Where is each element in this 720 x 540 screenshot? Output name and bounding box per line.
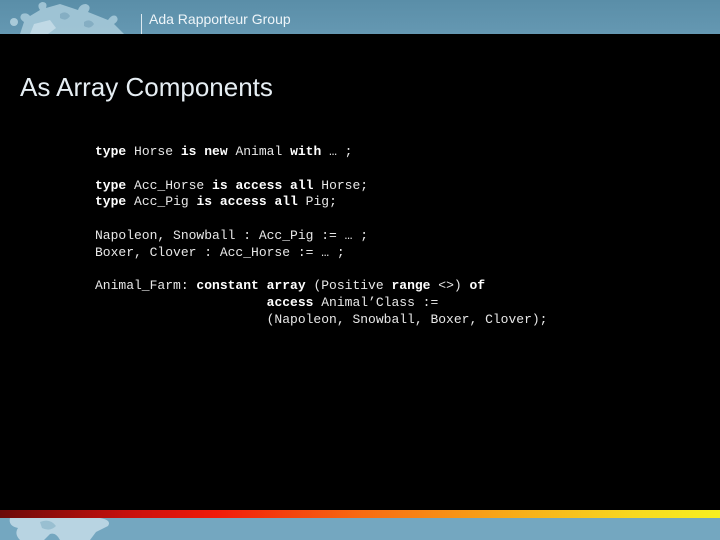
- code-line: Animal_Farm: constant array (Positive ra…: [95, 278, 547, 295]
- code-line: type Acc_Horse is access all Horse;: [95, 178, 547, 195]
- group-name: Ada Rapporteur Group: [149, 11, 291, 27]
- code-keyword: type: [95, 177, 127, 193]
- code-text: <>): [430, 278, 470, 294]
- code-text: Pig;: [297, 194, 337, 210]
- code-line: Napoleon, Snowball : Acc_Pig := … ;: [95, 228, 547, 245]
- code-line: (Napoleon, Snowball, Boxer, Clover);: [95, 311, 548, 329]
- code-text: (Positive: [305, 278, 392, 294]
- slide-footer: [0, 518, 720, 540]
- puzzle-pieces-footer-icon: [9, 518, 110, 540]
- code-text: Animal_Farm:: [95, 278, 197, 294]
- code-block: type Horse is new Animal with … ; type Ac…: [95, 144, 547, 329]
- code-text: Horse;: [313, 177, 369, 193]
- code-keyword: access: [266, 295, 314, 311]
- code-line: Boxer, Clover : Acc_Horse := … ;: [95, 245, 547, 262]
- code-keyword: is access all: [196, 194, 298, 210]
- code-line: type Horse is new Animal with … ;: [95, 144, 547, 161]
- header-divider: [141, 14, 142, 34]
- code-text: Napoleon, Snowball : Acc_Pig := … ;: [95, 227, 369, 243]
- code-text: (Napoleon, Snowball, Boxer, Clover);: [95, 311, 548, 327]
- slide-header: Ada Rapporteur Group: [0, 0, 720, 34]
- code-keyword: is new: [180, 144, 228, 159]
- code-text: Horse: [126, 144, 181, 159]
- code-text: Boxer, Clover : Acc_Horse := … ;: [95, 244, 345, 260]
- accent-gradient-bar: [0, 510, 720, 518]
- code-keyword: with: [290, 144, 322, 159]
- code-keyword: is access all: [212, 177, 314, 193]
- code-text: Animal: [227, 144, 291, 159]
- code-keyword: range: [391, 278, 431, 294]
- code-keyword: type: [95, 144, 127, 159]
- puzzle-pieces-icon: [10, 2, 124, 34]
- code-text: … ;: [321, 144, 353, 159]
- code-keyword: type: [95, 194, 127, 210]
- code-line: type Acc_Pig is access all Pig;: [95, 194, 547, 211]
- code-keyword: constant array: [196, 278, 306, 294]
- slide-title: As Array Components: [20, 72, 273, 102]
- code-text: Acc_Horse: [126, 177, 213, 193]
- code-text: Acc_Pig: [126, 194, 197, 210]
- code-text: Animal’Class :=: [313, 295, 439, 311]
- code-line: access Animal’Class :=: [95, 295, 547, 312]
- code-keyword: of: [469, 278, 486, 294]
